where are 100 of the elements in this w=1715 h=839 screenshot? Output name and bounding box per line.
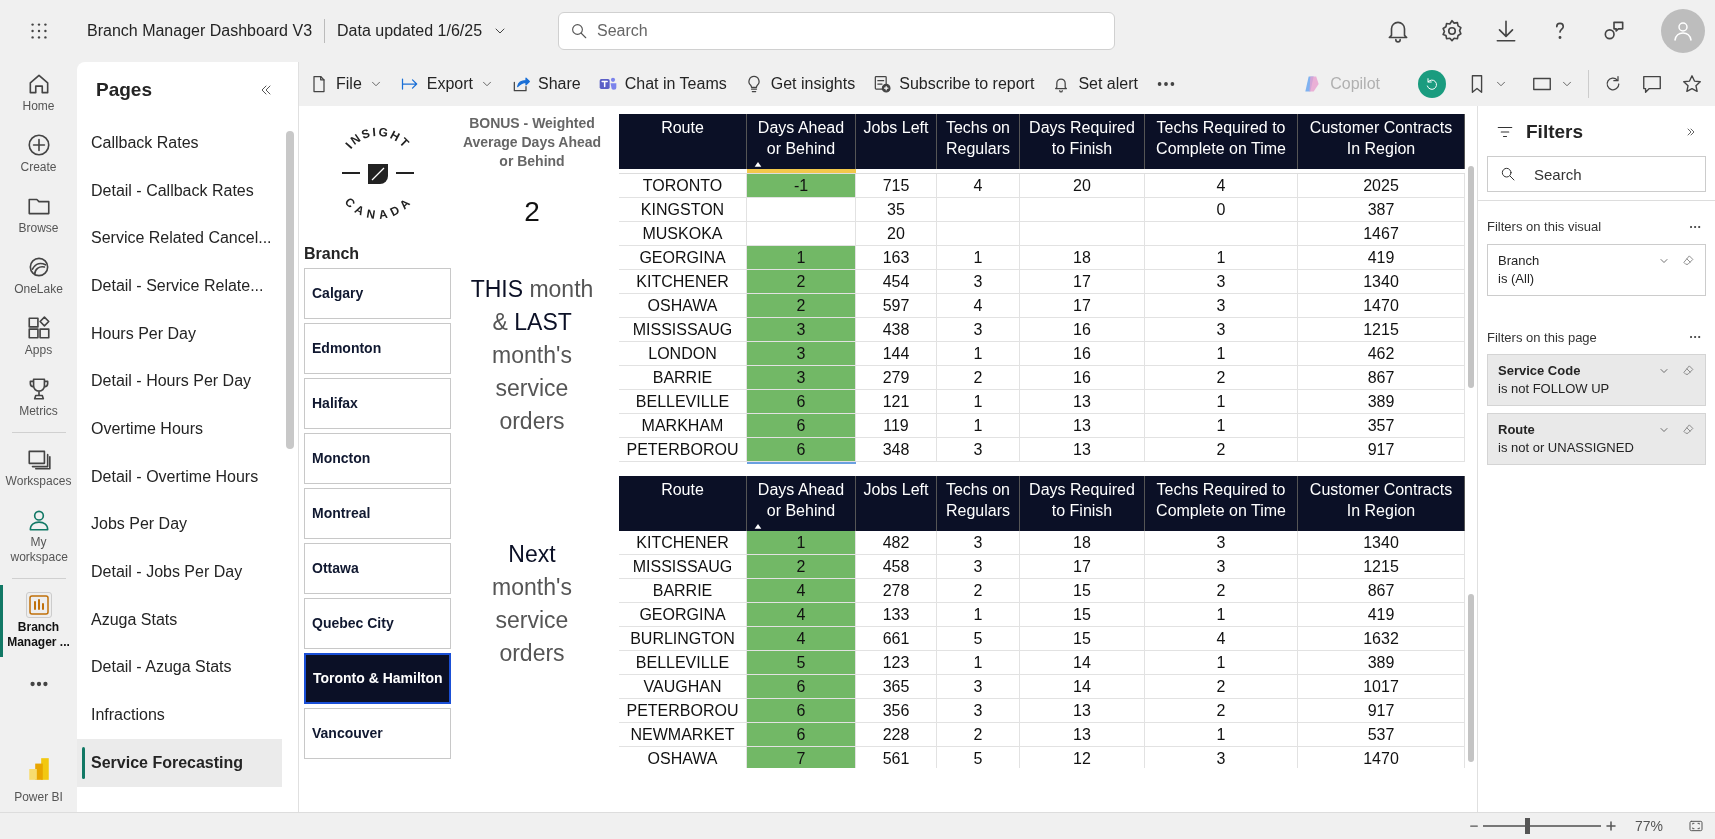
column-header[interactable]: Techs Required to Complete on Time <box>1145 114 1298 169</box>
nav-item[interactable]: Branch Manager ... <box>0 583 77 659</box>
column-header[interactable]: Days Required to Finish <box>1020 476 1145 531</box>
page-tab[interactable]: Detail - Azuga Stats <box>77 643 282 692</box>
table-cell: 2 <box>747 270 856 293</box>
page-tab[interactable]: Jobs Per Day <box>77 500 282 549</box>
table-cell: 2 <box>937 366 1020 389</box>
toolbar-button[interactable]: Export <box>399 72 495 96</box>
column-header[interactable]: Techs Required to Complete on Time <box>1145 476 1298 531</box>
toolbar-button[interactable]: Set alert <box>1051 72 1138 96</box>
column-header[interactable]: Route <box>619 476 747 531</box>
table-cell: 17 <box>1020 294 1145 317</box>
nav-item[interactable]: Home <box>0 62 77 123</box>
scrollbar-thumb[interactable] <box>286 131 294 449</box>
page-tab[interactable]: Overtime Hours <box>77 405 282 453</box>
column-header[interactable]: Jobs Left <box>856 476 937 531</box>
table-cell: MUSKOKA <box>619 222 747 245</box>
reset-button[interactable] <box>1418 70 1446 98</box>
nav-item[interactable]: Workspaces <box>0 437 77 498</box>
column-header[interactable]: Route <box>619 114 747 169</box>
bonus-value: 2 <box>524 195 540 229</box>
table-cell: 3 <box>937 438 1020 461</box>
plus-icon[interactable] <box>1604 820 1617 832</box>
table-cell: 16 <box>1020 342 1145 365</box>
table-cell: 279 <box>856 366 937 389</box>
subscribe-icon <box>872 74 893 94</box>
nav-item[interactable]: My workspace <box>0 498 77 574</box>
settings-icon[interactable] <box>1439 18 1465 44</box>
nav-item[interactable]: OneLake <box>0 245 77 306</box>
slicer-title: Branch <box>304 244 361 264</box>
table-cell: 1 <box>937 414 1020 437</box>
slider-thumb[interactable] <box>1524 818 1530 834</box>
column-header[interactable]: Techs on Regulars <box>937 476 1020 531</box>
table-cell: 121 <box>856 390 937 413</box>
branch-button[interactable]: Quebec City <box>304 598 451 649</box>
search-icon <box>1500 166 1516 182</box>
table-cell: 419 <box>1298 603 1465 626</box>
table-cell: 357 <box>1298 414 1465 437</box>
power-bi-button[interactable]: Power BI <box>14 754 63 806</box>
table-cell: 17 <box>1020 555 1145 578</box>
branch-button[interactable]: Halifax <box>304 378 451 429</box>
table-cell: 2 <box>747 294 856 317</box>
scrollbar-thumb[interactable] <box>1468 594 1474 762</box>
page-tab[interactable]: Detail - Hours Per Day <box>77 357 282 406</box>
column-header[interactable]: Customer Contracts In Region <box>1298 114 1465 169</box>
page-tab[interactable]: Detail - Overtime Hours <box>77 452 282 501</box>
table-cell: 1 <box>747 531 856 554</box>
page-tab[interactable]: Detail - Callback Rates <box>77 166 282 215</box>
table-cell: 0 <box>1145 198 1298 221</box>
branch-button[interactable]: Calgary <box>304 268 451 319</box>
data-updated-dropdown[interactable]: Data updated 1/6/25 <box>337 19 509 43</box>
page-tab[interactable]: Service Related Cancel... <box>77 214 282 263</box>
page-tab[interactable]: Azuga Stats <box>77 595 282 644</box>
table-cell: 13 <box>1020 438 1145 461</box>
page-tab[interactable]: Hours Per Day <box>77 309 282 358</box>
column-header[interactable]: Jobs Left <box>856 114 937 169</box>
nav-item[interactable]: Create <box>0 123 77 184</box>
table-cell: 4 <box>747 603 856 626</box>
filter-condition: is not or UNASSIGNED <box>1498 439 1635 457</box>
zoom-slider[interactable] <box>1482 818 1601 834</box>
page-tab[interactable]: Infractions <box>77 691 282 739</box>
table-cell: 3 <box>1145 294 1298 317</box>
branch-button[interactable]: Montreal <box>304 488 451 539</box>
eraser-icon[interactable] <box>1682 253 1695 267</box>
nav-item[interactable]: Apps <box>0 306 77 367</box>
star-icon[interactable] <box>1681 73 1703 95</box>
branch-button[interactable]: Moncton <box>304 433 451 484</box>
page-tab[interactable]: Callback Rates <box>77 119 282 167</box>
column-header[interactable]: Days Required to Finish <box>1020 114 1145 169</box>
toolbar-button[interactable]: File <box>309 72 383 96</box>
branch-button[interactable]: Toronto & Hamilton <box>304 653 451 704</box>
table-cell: 13 <box>1020 699 1145 722</box>
search-field[interactable]: Search <box>1487 156 1706 192</box>
table-cell: 438 <box>856 318 937 341</box>
page-tab[interactable]: Detail - Service Relate... <box>77 262 282 310</box>
page-tab[interactable]: Service Forecasting <box>77 738 282 787</box>
nav-item[interactable]: Browse <box>0 184 77 245</box>
table-cell: 1 <box>1145 342 1298 365</box>
toolbar-button[interactable]: Subscribe to report <box>872 72 1035 96</box>
filter-card[interactable]: Branch is (All) <box>1487 243 1706 296</box>
toolbar-button[interactable]: Share <box>511 72 581 96</box>
column-header[interactable]: Techs on Regulars <box>937 114 1020 169</box>
table-cell: 1215 <box>1298 555 1465 578</box>
page-tab[interactable]: Detail - Jobs Per Day <box>77 548 282 596</box>
fit-to-page-icon[interactable] <box>1687 818 1705 834</box>
branch-button[interactable]: Edmonton <box>304 323 451 374</box>
table-cell: 2 <box>1145 579 1298 602</box>
scrollbar-thumb[interactable] <box>1468 166 1474 388</box>
toolbar-button[interactable]: Chat in Teams <box>597 72 727 96</box>
branch-button[interactable]: Vancouver <box>304 708 451 759</box>
search-field[interactable]: Search <box>558 12 1116 50</box>
comment-icon[interactable] <box>1641 73 1663 95</box>
table-cell: 867 <box>1298 579 1465 602</box>
table-cell: 13 <box>1020 414 1145 437</box>
expand-icon[interactable] <box>1685 126 1697 138</box>
branch-button[interactable]: Ottawa <box>304 543 451 594</box>
nav-item[interactable]: Metrics <box>0 367 77 428</box>
column-header[interactable]: Customer Contracts In Region <box>1298 476 1465 531</box>
table-cell: 4 <box>1145 627 1298 650</box>
toolbar-button[interactable]: Get insights <box>743 72 856 96</box>
